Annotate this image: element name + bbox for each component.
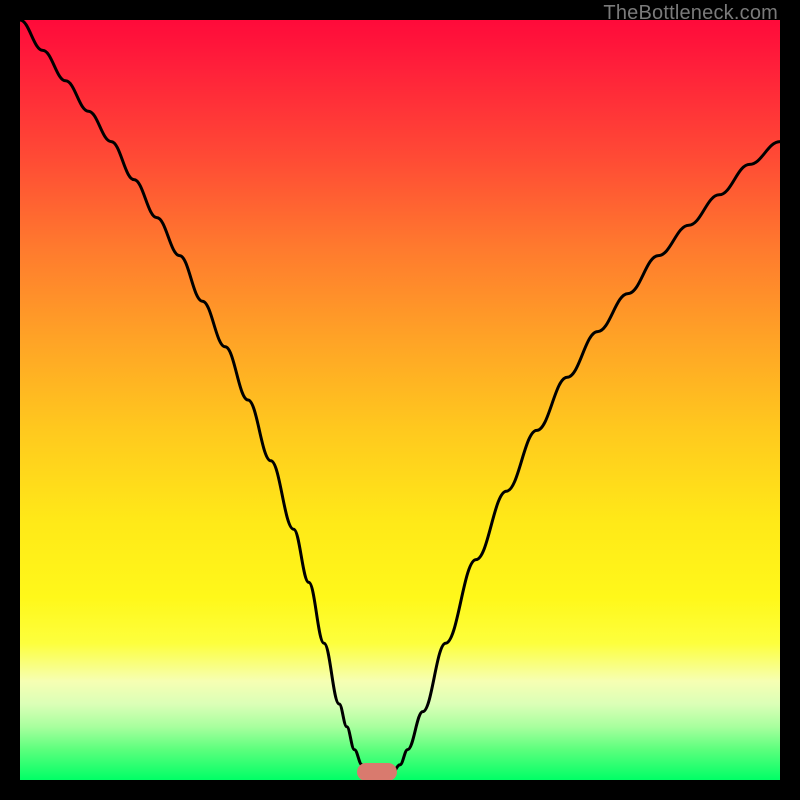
optimum-marker (357, 763, 397, 780)
bottleneck-curve (20, 20, 780, 780)
watermark-text: TheBottleneck.com (603, 2, 778, 25)
chart-frame: TheBottleneck.com (0, 0, 800, 800)
plot-area (20, 20, 780, 780)
